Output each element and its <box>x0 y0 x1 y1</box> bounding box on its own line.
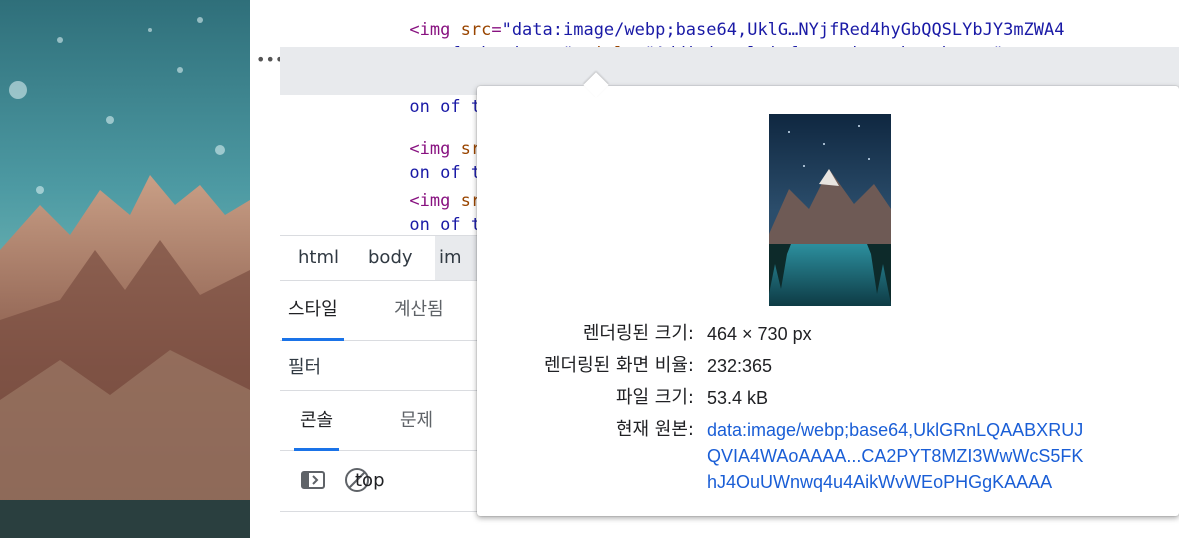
current-source-label: 현재 원본: <box>615 419 694 440</box>
active-tab-underline <box>282 338 344 341</box>
dom-node-line[interactable]: <img src="data:image/webp;base64,UklG…NY… <box>280 0 1064 40</box>
file-size-label: 파일 크기: <box>615 387 694 408</box>
tab-issues[interactable]: 문제 <box>400 392 433 450</box>
image-preview-tooltip: 렌더링된 크기: 464 × 730 px 렌더링된 화면 비율: 232:36… <box>477 72 1179 516</box>
tab-computed[interactable]: 계산됨 <box>394 280 444 340</box>
image-preview-thumbnail <box>769 114 891 306</box>
sidebar-toggle-icon[interactable] <box>298 465 328 495</box>
tooltip-row-current-source: 현재 원본: data:image/webp;base64,UklGRnLQAA… <box>477 418 1179 498</box>
dom-node-line-selected[interactable]: <img src="data:image/webp;base64,UklG…J4… <box>280 47 1179 93</box>
aspect-ratio-value: 232:365 <box>707 356 773 376</box>
tab-styles-label: 스타일 <box>288 299 338 320</box>
tooltip-row-file-size: 파일 크기: 53.4 kB <box>477 386 1179 416</box>
current-source-link-line[interactable]: data:image/webp;base64,UklGRnLQAABXRUJ <box>707 418 1083 442</box>
aspect-ratio-label: 렌더링된 화면 비율: <box>544 355 694 376</box>
elements-gutter: ••• <box>250 0 284 538</box>
current-source-link-line[interactable]: QVIA4WAoAAAA...CA2PYT8MZI3WwWcS5FK <box>707 444 1083 468</box>
context-selector[interactable]: top <box>355 451 385 511</box>
dom-node-line[interactable]: <img src= <box>280 165 501 211</box>
tab-console-label: 콘솔 <box>300 410 334 431</box>
webpage-mountain-photo <box>0 0 250 538</box>
dom-node-line[interactable]: on of the <box>280 137 501 183</box>
rendered-size-label: 렌더링된 크기: <box>582 323 694 344</box>
filter-placeholder: 필터 <box>288 357 322 378</box>
file-size-value: 53.4 kB <box>707 388 769 408</box>
tab-styles[interactable]: 스타일 <box>282 280 344 341</box>
tooltip-row-aspect-ratio: 렌더링된 화면 비율: 232:365 <box>477 354 1179 384</box>
breadcrumb-img[interactable]: im <box>435 236 483 280</box>
tooltip-row-rendered-size: 렌더링된 크기: 464 × 730 px <box>477 322 1179 352</box>
dom-node-line[interactable]: on of the <box>280 189 501 232</box>
breadcrumb-body[interactable]: body <box>364 236 417 280</box>
breadcrumb-html[interactable]: html <box>294 236 343 280</box>
dom-node-line[interactable]: on of the image" title="Additional infor… <box>280 18 1013 64</box>
rendered-size-value: 464 × 730 px <box>707 324 812 344</box>
tab-console[interactable]: 콘솔 <box>294 392 340 451</box>
dom-node-line[interactable]: <img src= <box>280 113 501 159</box>
current-source-link-line[interactable]: hJ4OuUWnwq4u4AikWvWEoPHGgKAAAA <box>707 470 1052 494</box>
